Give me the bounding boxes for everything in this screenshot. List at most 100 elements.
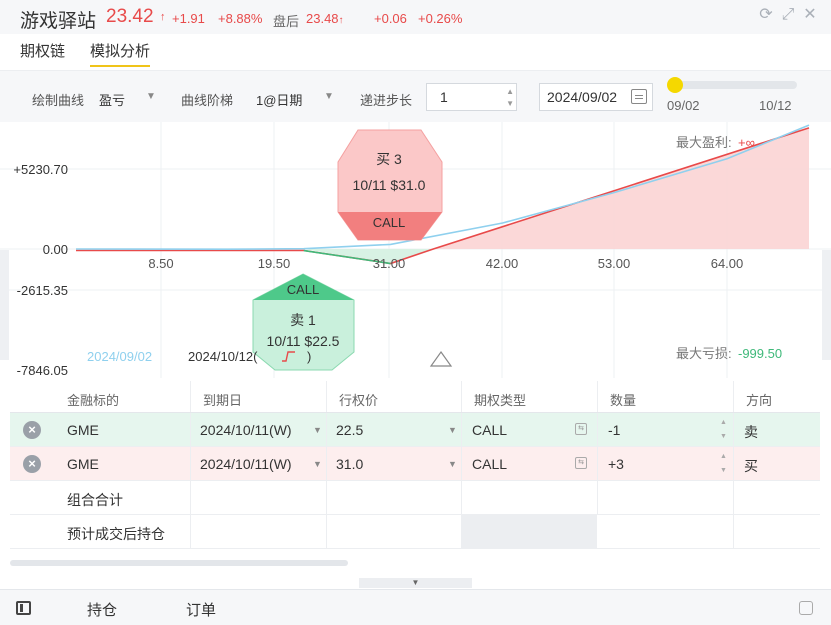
legend-expiry: 2024/10/12( [188,349,258,364]
qty-up-icon[interactable]: ▲ [720,419,727,426]
curve-select[interactable]: 盈亏 [99,90,125,109]
date-slider-track[interactable] [669,81,797,89]
collapse-panel-handle[interactable]: ▼ [359,578,472,588]
x-tick-label: 42.00 [486,256,519,271]
buy-call-marker[interactable]: 买 3 10/11 $31.0 CALL [337,129,443,241]
price-change: +1.91 [172,11,205,26]
panel-toggle-icon[interactable] [16,601,31,615]
bottom-bar: 持仓 订单 [0,589,831,625]
popout-icon[interactable] [799,601,813,615]
row-strike-select[interactable]: 31.0 [327,447,462,480]
x-axis-ticks: 8.50 19.50 31.00 42.00 53.00 64.00 [148,256,743,271]
x-tick-label: 53.00 [598,256,631,271]
table-row-total: 组合合计 [10,481,820,515]
col-direction: 方向 [746,393,773,408]
total-label: 组合合计 [10,481,191,514]
row-expiry-select[interactable]: 2024/10/11(W) [191,447,327,480]
row-expiry-select[interactable]: 2024/10/11(W) [191,413,327,446]
row-qty-input[interactable]: +3 [598,447,734,480]
horizontal-scrollbar[interactable] [10,560,348,566]
table-row: × GME 2024/10/11(W) ▼ 31.0 ▼ CALL ⇆ +3 ▲… [10,447,820,481]
type-toggle-icon[interactable]: ⇆ [575,423,587,435]
projected-cell [598,515,734,548]
projected-cell [191,515,327,548]
type-toggle-icon[interactable]: ⇆ [575,457,587,469]
date-slider-handle[interactable] [667,77,683,93]
slider-max-label: 10/12 [759,98,792,113]
option-analysis-window: 游戏驿站 23.42 ↑ +1.91 +8.88% 盘后 23.48↑ +0.0… [0,0,831,625]
payoff-chart[interactable]: +5230.70 0.00 -2615.35 -7846.05 8.50 19.50 31… [0,122,831,378]
total-cell [327,481,462,514]
tab-simulation[interactable]: 模拟分析 [90,40,151,67]
x-tick-label: 19.50 [258,256,291,271]
after-hours-price: 23.48↑ [306,11,344,26]
y-axis-ticks: +5230.70 0.00 -2615.35 -7846.05 [13,162,68,378]
positions-tab[interactable]: 持仓 [87,599,117,620]
ladder-select[interactable]: 1@日期 [256,90,302,109]
qty-down-icon[interactable]: ▼ [720,467,727,474]
expand-triangle-icon[interactable] [429,350,453,367]
payoff-chart-svg: +5230.70 0.00 -2615.35 -7846.05 8.50 19.50 31… [0,122,831,378]
tab-bar: 期权链 模拟分析 [0,34,831,68]
close-icon[interactable]: ✕ [800,5,820,25]
x-tick-label: 31.00 [373,256,406,271]
slider-min-label: 09/02 [667,98,700,113]
legend-today: 2024/09/02 [87,349,152,364]
step-down-icon[interactable]: ▼ [506,99,514,108]
projected-cell [327,515,462,548]
row-qty-input[interactable]: -1 [598,413,734,446]
date-value: 2024/09/02 [547,89,618,105]
row-strike-select[interactable]: 22.5 [327,413,462,446]
step-label: 递进步长 [360,93,413,108]
tab-option-chain[interactable]: 期权链 [20,40,65,61]
positions-table: 金融标的 到期日 行权价 期权类型 数量 方向 × GME 2024/10/11… [10,381,820,549]
refresh-icon[interactable]: ⟳ [756,5,776,25]
expiry-dropdown-icon[interactable]: ▼ [313,459,322,469]
step-input[interactable]: 1 ▲ ▼ [426,83,517,111]
stock-name: 游戏驿站 [20,11,97,32]
orders-tab[interactable]: 订单 [186,599,216,620]
y-tick-label: -7846.05 [17,363,68,378]
calendar-icon[interactable] [631,89,647,104]
y-tick-label: +5230.70 [13,162,68,177]
max-profit-label: 最大盈利: [676,135,732,150]
max-loss-label: 最大亏损: [676,346,732,361]
after-hours-pct: +0.26% [418,11,463,26]
step-up-icon[interactable]: ▲ [506,87,514,96]
max-profit-value: +∞ [738,135,755,150]
total-cell [191,481,327,514]
strike-dropdown-icon[interactable]: ▼ [448,459,457,469]
qty-up-icon[interactable]: ▲ [720,453,727,460]
col-type: 期权类型 [462,381,598,412]
curve-dropdown-icon[interactable]: ▼ [146,91,156,102]
buy-marker-type: CALL [373,215,406,230]
right-panel-handle[interactable] [822,250,831,360]
sell-marker-detail: 10/11 $22.5 [267,333,340,349]
col-symbol: 金融标的 [10,381,191,412]
ladder-dropdown-icon[interactable]: ▼ [324,91,334,102]
after-hours-change: +0.06 [374,11,407,26]
projected-type-cell [462,515,597,549]
price-change-pct: +8.88% [218,11,263,26]
x-tick-label: 8.50 [148,256,173,271]
row-symbol: GME [10,447,191,480]
row-direction[interactable]: 卖 [734,413,820,446]
price-up-arrow-icon: ↑ [160,11,166,23]
qty-down-icon[interactable]: ▼ [720,433,727,440]
sell-marker-type: CALL [287,282,320,297]
row-direction[interactable]: 买 [734,447,820,480]
ladder-label: 曲线阶梯 [181,93,234,108]
sell-call-marker[interactable]: CALL 卖 1 10/11 $22.5 [252,273,355,371]
x-tick-label: 64.00 [711,256,744,271]
legend-expiry-close: ) [307,349,311,364]
strike-dropdown-icon[interactable]: ▼ [448,425,457,435]
fullscreen-icon[interactable]: ⤢ [778,5,798,25]
expiry-dropdown-icon[interactable]: ▼ [313,425,322,435]
chart-controls: 绘制曲线 盈亏 ▼ 曲线阶梯 1@日期 ▼ 递进步长 1 ▲ ▼ 2024/09… [0,70,831,122]
col-strike: 行权价 [327,381,462,412]
sell-marker-side: 卖 1 [290,312,316,328]
buy-marker-detail: 10/11 $31.0 [353,177,426,193]
projected-label: 预计成交后持仓 [10,515,191,548]
date-field[interactable]: 2024/09/02 [539,83,653,111]
left-panel-handle[interactable] [0,250,9,360]
